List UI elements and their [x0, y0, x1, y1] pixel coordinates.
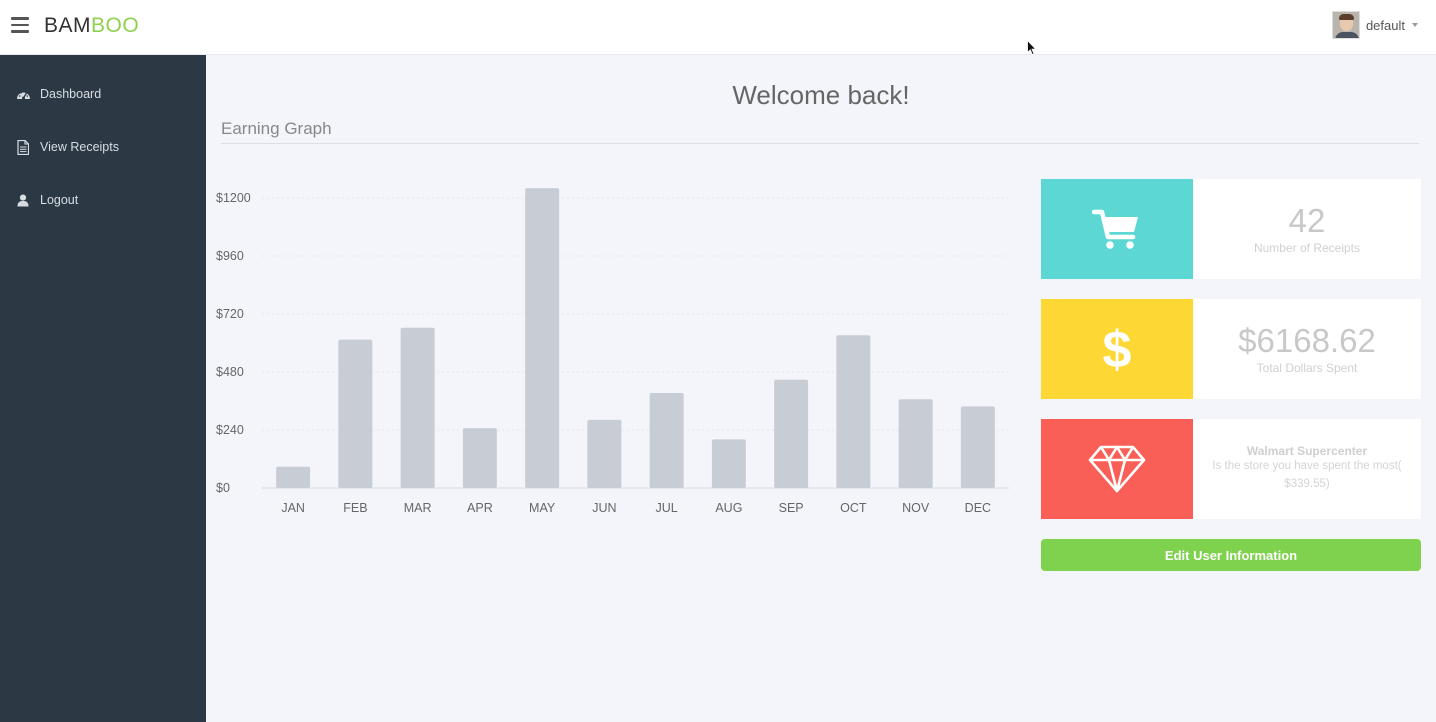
- spent-tile: $: [1041, 299, 1193, 399]
- page-title: Welcome back!: [732, 80, 910, 110]
- x-tick-label: FEB: [343, 501, 367, 515]
- x-tick-label: JUN: [592, 501, 616, 515]
- sidebar: Dashboard View Receipts Logout: [0, 55, 206, 722]
- sidebar-item-logout[interactable]: Logout: [15, 192, 78, 208]
- section-divider: [221, 143, 1419, 144]
- section-title: Earning Graph: [221, 119, 332, 138]
- bar-sep[interactable]: [774, 379, 809, 488]
- user-name: default: [1365, 17, 1405, 33]
- sidebar-item-view-receipts[interactable]: View Receipts: [15, 139, 119, 155]
- x-tick-label: DEC: [965, 501, 991, 515]
- y-tick-label: $720: [216, 307, 244, 321]
- x-tick-label: MAR: [404, 501, 432, 515]
- y-tick-label: $240: [216, 423, 244, 437]
- dollar-icon: $: [1103, 321, 1132, 377]
- x-tick-label: SEP: [779, 501, 804, 515]
- x-tick-label: AUG: [715, 501, 742, 515]
- top-bar: BAMBOO default: [0, 0, 1436, 55]
- receipts-stat-body: 42 Number of Receipts: [1193, 179, 1421, 279]
- svg-text:$: $: [1103, 321, 1132, 377]
- shopping-cart-icon: [1092, 209, 1138, 249]
- bar-feb[interactable]: [338, 339, 373, 488]
- spent-stat-body: $6168.62 Total Dollars Spent: [1193, 299, 1421, 399]
- receipts-tile: [1041, 179, 1193, 279]
- y-tick-label: $1200: [216, 191, 251, 205]
- mouse-cursor-icon: [1027, 40, 1037, 56]
- bar-nov[interactable]: [898, 399, 933, 488]
- x-tick-label: JAN: [281, 501, 305, 515]
- y-tick-label: $480: [216, 365, 244, 379]
- bar-may[interactable]: [525, 188, 560, 488]
- document-icon: [15, 139, 31, 155]
- top-store-name: Walmart Supercenter: [1246, 444, 1368, 459]
- x-tick-label: NOV: [902, 501, 930, 515]
- user-menu[interactable]: default: [1331, 8, 1418, 42]
- bar-dec[interactable]: [960, 406, 995, 488]
- x-tick-label: OCT: [840, 501, 867, 515]
- sidebar-item-label: Logout: [40, 193, 79, 207]
- top-store-desc-line1: Is the store you have spent the most(: [1212, 460, 1402, 473]
- brand-logo[interactable]: BAMBOO: [44, 14, 139, 38]
- top-store-desc-line2: $339.55): [1284, 478, 1330, 490]
- total-spent: $6168.62: [1238, 321, 1376, 359]
- diamond-icon: [1088, 445, 1146, 493]
- bar-mar[interactable]: [400, 327, 435, 488]
- receipts-count: 42: [1288, 201, 1326, 239]
- total-spent-label: Total Dollars Spent: [1256, 361, 1358, 376]
- store-stat-body: Walmart Supercenter Is the store you hav…: [1193, 419, 1421, 519]
- bar-aug[interactable]: [711, 439, 746, 488]
- chevron-down-icon: [1412, 23, 1418, 27]
- user-icon: [15, 192, 31, 208]
- sidebar-item-label: Dashboard: [40, 87, 102, 101]
- edit-user-information-button[interactable]: Edit User Information: [1041, 539, 1421, 571]
- y-tick-label: $0: [216, 481, 230, 495]
- hamburger-menu-icon[interactable]: [11, 17, 29, 33]
- stat-card-spent: $ $6168.62 Total Dollars Spent: [1041, 299, 1421, 399]
- bar-jun[interactable]: [587, 419, 622, 488]
- y-tick-label: $960: [216, 249, 244, 263]
- store-tile: [1041, 419, 1193, 519]
- brand-part1: BAM: [44, 14, 92, 37]
- x-tick-label: JUL: [656, 501, 678, 515]
- x-tick-label: APR: [467, 501, 493, 515]
- receipts-label: Number of Receipts: [1253, 241, 1361, 256]
- x-tick-label: MAY: [529, 501, 556, 515]
- bar-jul[interactable]: [649, 393, 684, 488]
- stat-card-top-store: Walmart Supercenter Is the store you hav…: [1041, 419, 1421, 519]
- bar-apr[interactable]: [462, 428, 497, 488]
- stat-card-receipts: 42 Number of Receipts: [1041, 179, 1421, 279]
- dashboard-icon: [15, 86, 31, 102]
- sidebar-item-label: View Receipts: [40, 140, 119, 154]
- avatar: [1331, 11, 1360, 39]
- sidebar-item-dashboard[interactable]: Dashboard: [15, 86, 101, 102]
- bar-oct[interactable]: [836, 335, 871, 488]
- brand-part2: BOO: [91, 14, 140, 37]
- earning-bar-chart: $0 $240 $480 $720 $960 $1200 JAN FEB MAR APR MAY JU…: [216, 188, 1009, 515]
- bar-jan[interactable]: [276, 466, 311, 488]
